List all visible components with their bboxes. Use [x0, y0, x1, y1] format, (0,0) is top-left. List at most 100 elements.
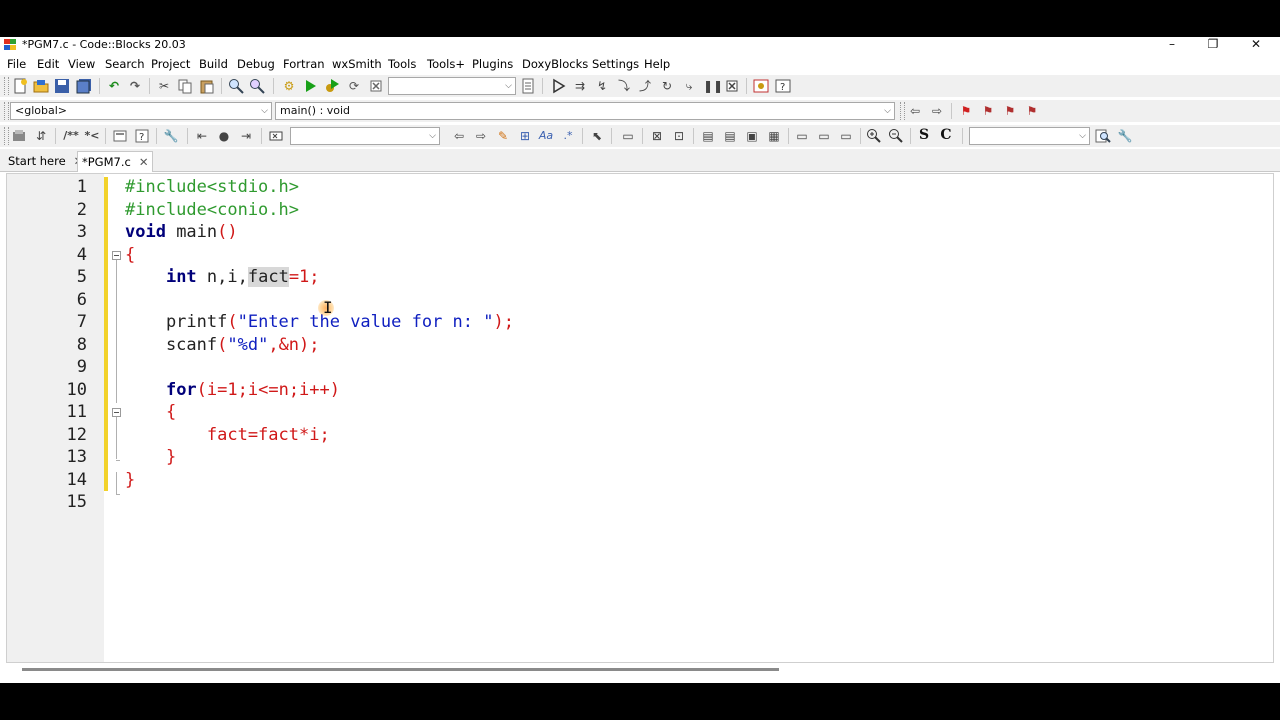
menu-help[interactable]: Help — [644, 55, 670, 73]
run-to-cursor-icon[interactable]: ⇉ — [572, 78, 588, 94]
pause-icon[interactable]: ❚❚ — [703, 78, 723, 94]
run-chm-icon[interactable]: ? — [134, 128, 150, 144]
line-comment-icon[interactable]: *< — [83, 128, 101, 144]
clear-bookmarks-icon[interactable]: ⚑ — [1024, 103, 1040, 119]
doxywizard-icon[interactable] — [11, 128, 27, 144]
show-target-dialog-icon[interactable] — [520, 78, 536, 94]
menu-fortran[interactable]: Fortran — [283, 55, 325, 73]
toolbar-grip[interactable] — [4, 127, 9, 145]
undo-icon[interactable]: ↶ — [106, 78, 122, 94]
step-out-icon[interactable]: ⤴ — [637, 78, 653, 94]
menu-edit[interactable]: Edit — [37, 55, 59, 73]
replace-icon[interactable] — [249, 78, 265, 94]
record-macro-icon[interactable]: ● — [216, 128, 232, 144]
close-tab-icon[interactable]: ✕ — [139, 155, 149, 169]
menu-wxsmith[interactable]: wxSmith — [332, 55, 382, 73]
border-icon[interactable]: ▭ — [838, 128, 854, 144]
minimize-button[interactable]: – — [1152, 37, 1192, 53]
redo-icon[interactable]: ↷ — [127, 78, 143, 94]
highlight-icon[interactable]: ✎ — [495, 128, 511, 144]
stop-debug-icon[interactable] — [724, 78, 740, 94]
run-html-icon[interactable] — [112, 128, 128, 144]
run-icon[interactable] — [302, 78, 318, 94]
step-into-instruction-icon[interactable]: ⤷ — [681, 78, 697, 94]
flex-layout-icon[interactable]: ⊡ — [671, 128, 687, 144]
menu-build[interactable]: Build — [199, 55, 228, 73]
build-target-combo[interactable]: ⌵ — [388, 77, 516, 95]
zoom-in-icon[interactable] — [866, 128, 882, 144]
block-comment-icon[interactable]: /** — [61, 128, 81, 144]
next-line-icon[interactable]: ↯ — [594, 78, 610, 94]
menu-plugins[interactable]: Plugins — [472, 55, 513, 73]
fold-toggle-main[interactable] — [112, 251, 121, 260]
code-editor[interactable]: 1 2 3 4 5 6 7 8 9 10 11 12 13 14 15 #inc… — [6, 173, 1274, 663]
horizontal-scrollbar[interactable] — [22, 668, 779, 671]
sizer-horizontal-icon[interactable]: ▤ — [700, 128, 716, 144]
open-file-icon[interactable] — [33, 78, 49, 94]
toggle-bookmark-icon[interactable]: ⚑ — [958, 103, 974, 119]
jump-forward-icon[interactable]: ⇨ — [929, 103, 945, 119]
maximize-button[interactable]: ❐ — [1193, 37, 1233, 53]
sizer-grid-icon[interactable]: ▦ — [766, 128, 782, 144]
menu-project[interactable]: Project — [151, 55, 190, 73]
menu-tools[interactable]: Tools — [388, 55, 416, 73]
save-all-icon[interactable] — [76, 78, 92, 94]
clear-search-icon[interactable] — [268, 128, 284, 144]
extract-docs-icon[interactable]: ⇵ — [33, 128, 49, 144]
sizer-box-icon[interactable]: ▣ — [744, 128, 760, 144]
menu-settings[interactable]: Settings — [592, 55, 639, 73]
close-window-button[interactable]: ✕ — [1236, 37, 1276, 53]
grid-layout-icon[interactable]: ⊠ — [649, 128, 665, 144]
build-gear-icon[interactable]: ⚙ — [281, 78, 297, 94]
toolbar-grip[interactable] — [4, 77, 9, 95]
symbol-search-icon[interactable] — [1095, 128, 1111, 144]
pointer-icon[interactable]: ⬉ — [589, 128, 605, 144]
spacer-icon[interactable]: ▭ — [794, 128, 810, 144]
next-instruction-icon[interactable]: ↻ — [659, 78, 675, 94]
symbols-s-icon[interactable]: S — [916, 127, 932, 143]
menu-file[interactable]: File — [7, 55, 26, 73]
next-match-icon[interactable]: ⇥ — [238, 128, 254, 144]
previous-match-icon[interactable]: ⇤ — [194, 128, 210, 144]
toolbar-grip[interactable] — [900, 102, 905, 120]
incremental-search-combo[interactable]: ⌵ — [290, 127, 440, 145]
paste-icon[interactable] — [199, 78, 215, 94]
zoom-out-icon[interactable] — [888, 128, 904, 144]
jump-back-icon[interactable]: ⇦ — [907, 103, 923, 119]
search-next-icon[interactable]: ⇨ — [473, 128, 489, 144]
copy-icon[interactable] — [177, 78, 193, 94]
match-case-icon[interactable]: Aa — [538, 128, 554, 144]
menu-doxyblocks[interactable]: DoxyBlocks — [522, 55, 588, 73]
toolbar-grip[interactable] — [4, 102, 9, 120]
symbols-c-icon[interactable]: C — [938, 127, 954, 143]
tab-pgm7[interactable]: *PGM7.c ✕ — [77, 151, 154, 172]
regex-icon[interactable]: .* — [560, 128, 576, 144]
symbol-search-combo[interactable]: ⌵ — [969, 127, 1090, 145]
cut-icon[interactable]: ✂ — [156, 78, 172, 94]
tab-start-here[interactable]: Start here✕ — [4, 151, 87, 171]
search-previous-icon[interactable]: ⇦ — [451, 128, 467, 144]
build-and-run-icon[interactable] — [324, 78, 340, 94]
menu-view[interactable]: View — [68, 55, 95, 73]
configuration-wrench-icon[interactable]: 🔧 — [163, 128, 179, 144]
step-into-icon[interactable]: ⤵ — [616, 78, 632, 94]
selected-text-only-icon[interactable]: ⊞ — [517, 128, 533, 144]
scope-combo[interactable]: <global> ⌵ — [10, 102, 272, 120]
space-icon[interactable]: ▭ — [816, 128, 832, 144]
fold-toggle-for[interactable] — [112, 408, 121, 417]
menu-debug[interactable]: Debug — [237, 55, 275, 73]
find-icon[interactable] — [228, 78, 244, 94]
function-combo[interactable]: main() : void ⌵ — [275, 102, 895, 120]
sizer-vertical-icon[interactable]: ▤ — [722, 128, 738, 144]
menu-search[interactable]: Search — [105, 55, 145, 73]
insert-panel-icon[interactable]: ▭ — [620, 128, 636, 144]
next-bookmark-icon[interactable]: ⚑ — [1002, 103, 1018, 119]
previous-bookmark-icon[interactable]: ⚑ — [980, 103, 996, 119]
menu-tools-plus[interactable]: Tools+ — [427, 55, 465, 73]
new-file-icon[interactable] — [12, 78, 28, 94]
debug-continue-icon[interactable] — [550, 78, 566, 94]
symbol-settings-wrench-icon[interactable]: 🔧 — [1117, 128, 1133, 144]
rebuild-icon[interactable]: ⟳ — [346, 78, 362, 94]
various-info-icon[interactable]: ? — [775, 78, 791, 94]
debugging-windows-icon[interactable] — [753, 78, 769, 94]
